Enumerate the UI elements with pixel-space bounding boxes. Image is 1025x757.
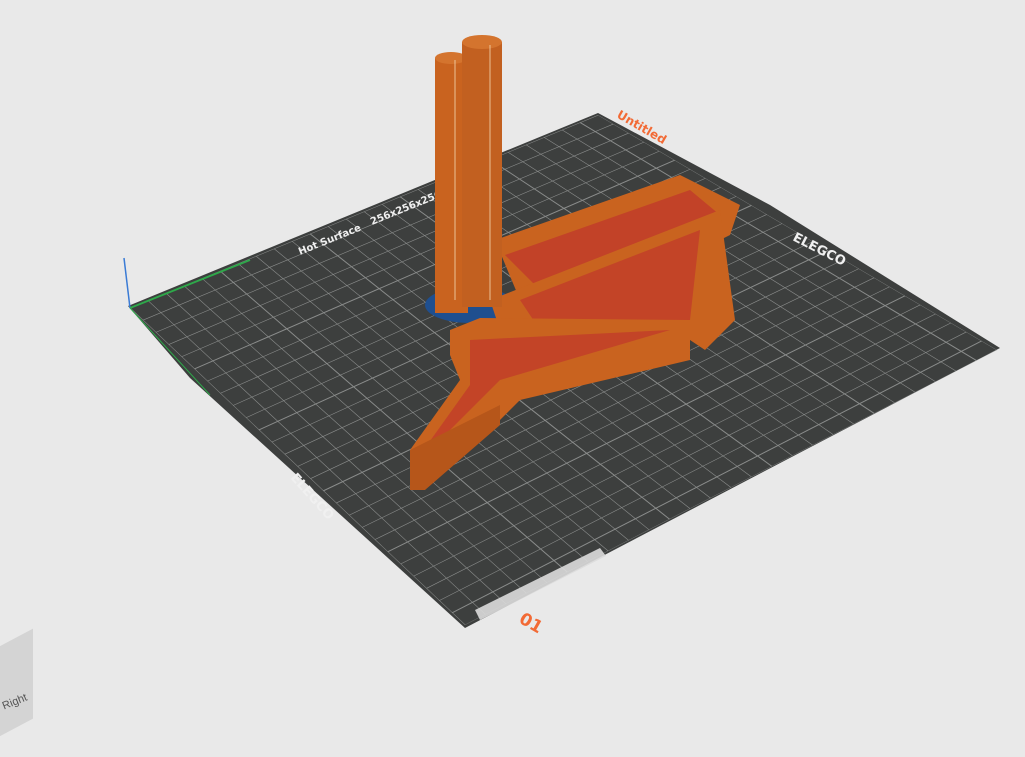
- plate-number[interactable]: 01: [516, 609, 547, 638]
- view-cube[interactable]: [0, 628, 33, 757]
- wipe-tower[interactable]: [435, 35, 502, 313]
- z-axis: [123, 257, 131, 309]
- 3d-viewport[interactable]: Hot Surface 256x256x256mm ELEGCO ELEGCO …: [0, 0, 1025, 723]
